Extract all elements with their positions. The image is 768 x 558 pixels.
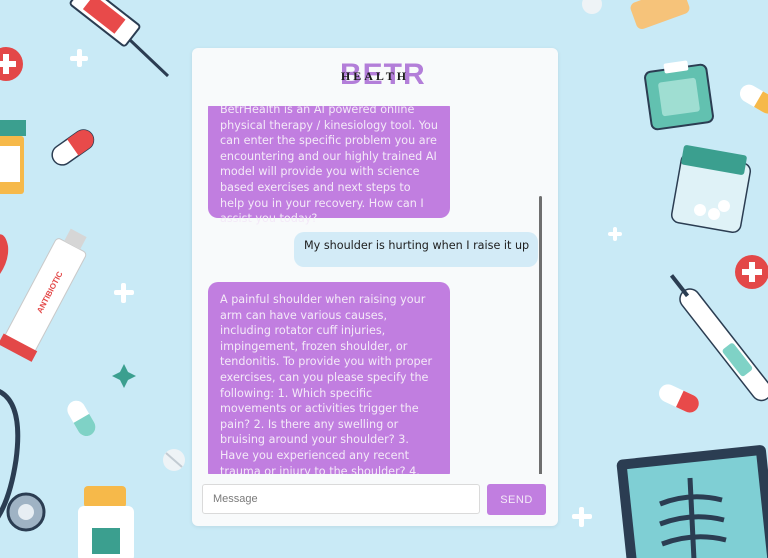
pill-capsule-icon	[659, 384, 699, 413]
send-button[interactable]: SEND	[487, 484, 546, 515]
xray-film-icon	[616, 445, 768, 558]
chat-history[interactable]: BetrHealth is an AI powered online physi…	[192, 106, 558, 474]
pill-jar-icon	[78, 486, 134, 558]
antibiotic-tube-icon: ANTIBIOTIC	[0, 228, 87, 362]
medicine-box-icon	[644, 60, 714, 131]
tablet-icon	[163, 449, 185, 471]
bandage-icon	[582, 0, 690, 30]
pill-capsule-icon	[51, 129, 95, 166]
bot-message: BetrHealth is an AI powered online physi…	[208, 106, 450, 225]
chat-scrollbar[interactable]	[539, 196, 542, 474]
heart-icon	[0, 234, 9, 274]
message-composer: SEND	[202, 484, 548, 516]
logo-health: HEALTH	[340, 69, 410, 83]
user-message: My shoulder is hurting when I raise it u…	[294, 232, 538, 267]
pill-bottle-icon	[0, 120, 26, 194]
syringe-icon	[69, 0, 170, 78]
betrhealth-logo: BETR HEALTH	[320, 48, 430, 106]
thermometer-icon	[669, 274, 768, 402]
medical-cross-badge-icon	[0, 47, 23, 81]
pill-capsule-icon	[67, 400, 96, 437]
bot-message: A painful shoulder when raising your arm…	[208, 282, 450, 474]
pill-jar-icon	[670, 145, 752, 234]
plus-sparkle-icon	[112, 364, 136, 388]
chat-card: BETR HEALTH BetrHealth is an AI powered …	[192, 48, 558, 526]
stethoscope-icon	[0, 389, 46, 532]
medical-cross-badge-icon	[735, 255, 768, 289]
message-input[interactable]	[202, 484, 480, 514]
pill-capsule-icon	[739, 84, 768, 114]
